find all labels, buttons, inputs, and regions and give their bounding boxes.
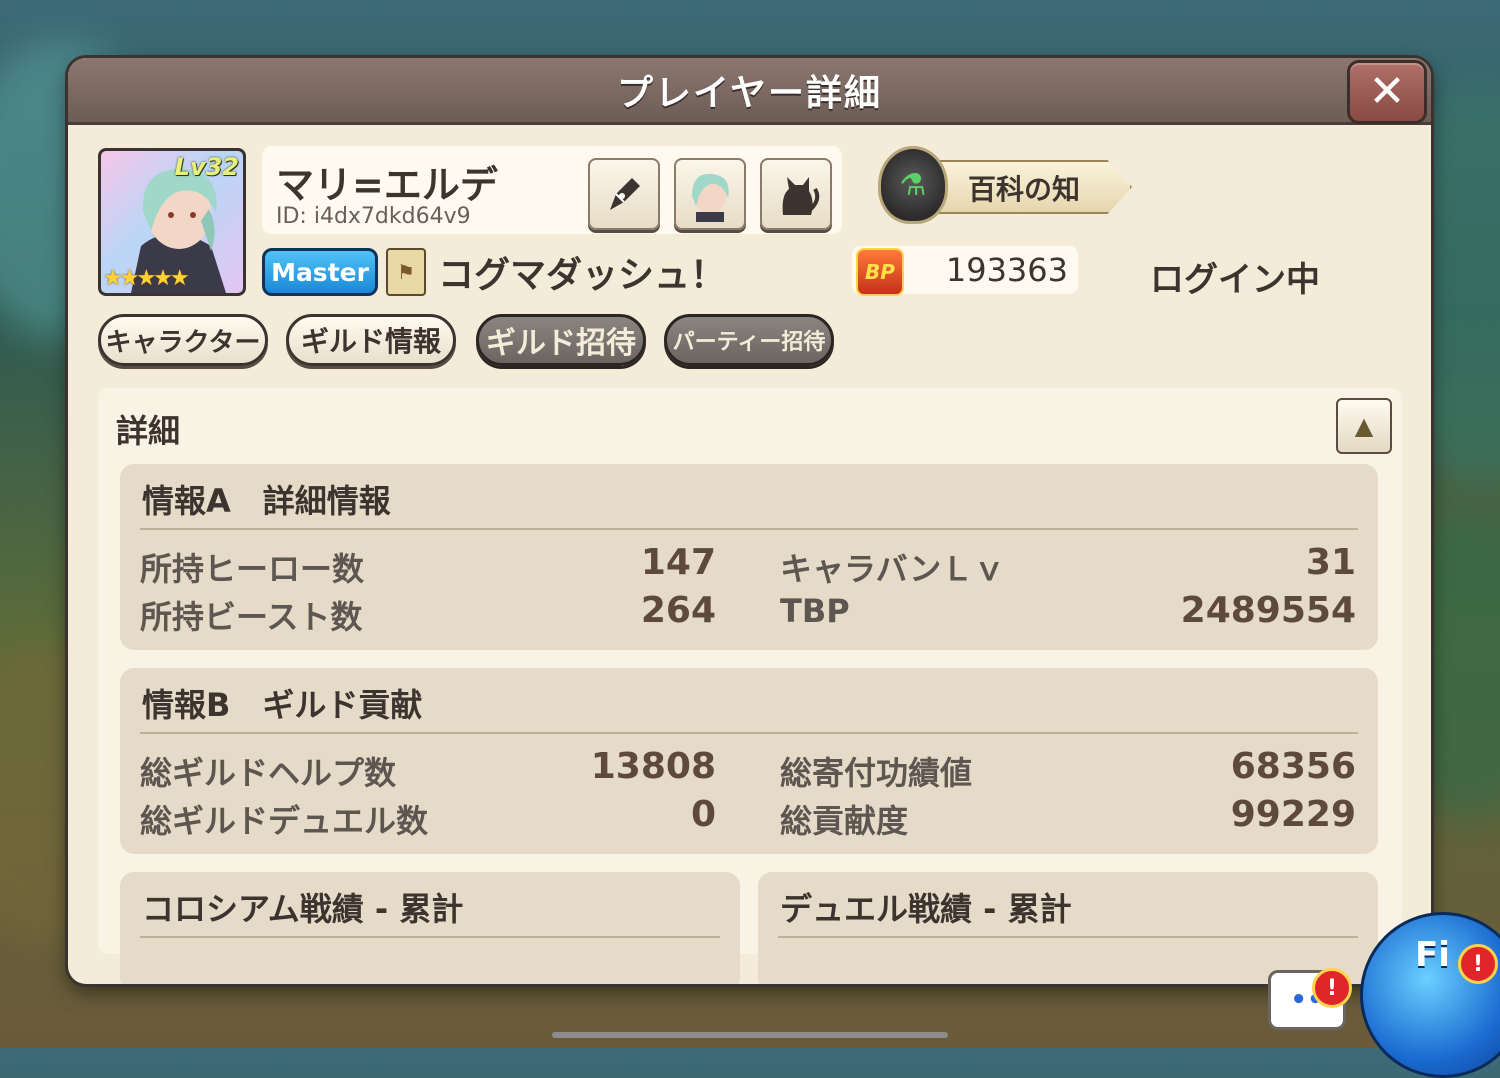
player-detail-dialog: プレイヤー詳細 ✕ Lv32 ★★★★★ マリ=エルデ ID: i4dx7dkd… <box>68 58 1431 984</box>
guild-info-button[interactable]: ギルド情報 <box>286 314 456 366</box>
stat-value: 31 <box>1305 542 1356 583</box>
section-duel-record: デュエル戦績 - 累計 <box>758 872 1378 984</box>
stat-value: 264 <box>640 590 716 631</box>
beast-button[interactable] <box>760 158 832 230</box>
section-divider <box>140 732 1358 734</box>
detail-heading: 詳細 <box>116 412 181 450</box>
stat-label: キャラバンＬｖ <box>780 550 1006 588</box>
section-divider <box>140 936 720 938</box>
cat-icon <box>782 177 820 215</box>
section-a-title: 情報A 詳細情報 <box>142 482 391 520</box>
pen-icon <box>610 178 640 210</box>
stat-label: 所持ヒーロー数 <box>140 550 365 588</box>
alert-icon: ! <box>1326 975 1338 1001</box>
section-colosseum-record: コロシアム戦績 - 累計 <box>120 872 740 984</box>
avatar-icon <box>692 173 729 222</box>
player-avatar[interactable]: Lv32 ★★★★★ <box>98 148 246 296</box>
battle-power-box: BP 193363 <box>852 246 1078 296</box>
detail-panel: 詳細 ▲ 情報A 詳細情報 所持ヒーロー数 147 所持ビースト数 264 キャ… <box>98 388 1402 984</box>
mascot-alert-badge: ! <box>1458 944 1498 984</box>
player-level: Lv32 <box>174 153 239 181</box>
rank-badge: Master <box>262 248 378 296</box>
party-invite-button[interactable]: パーティー招待 <box>664 314 834 366</box>
stat-label: 所持ビースト数 <box>140 598 363 636</box>
section-b-guild-contribution: 情報B ギルド貢献 総ギルドヘルプ数 13808 総ギルドデュエル数 0 総寄付… <box>120 668 1378 854</box>
section-a-detail-info: 情報A 詳細情報 所持ヒーロー数 147 所持ビースト数 264 キャラバンＬｖ… <box>120 464 1378 650</box>
chevron-up-icon: ▲ <box>1354 412 1374 440</box>
stat-label: 総ギルドデュエル数 <box>140 802 429 840</box>
close-icon: ✕ <box>1368 66 1406 117</box>
player-title-banner[interactable]: ⚗ 百科の知 <box>868 146 1148 224</box>
guild-emblem-icon: ⚑ <box>386 248 426 296</box>
stat-value: 147 <box>640 542 716 583</box>
stat-label: 総寄付功績値 <box>780 754 973 792</box>
party-invite-button-label: パーティー招待 <box>672 330 826 355</box>
player-title-label: 百科の知 <box>968 173 1081 206</box>
guild-name: コグマダッシュ！ <box>438 255 727 296</box>
potion-emblem-icon: ⚗ <box>878 146 948 224</box>
edit-button[interactable] <box>588 158 660 230</box>
stat-value: 68356 <box>1230 746 1356 787</box>
home-indicator[interactable] <box>552 1032 948 1038</box>
close-button[interactable]: ✕ <box>1347 60 1427 124</box>
stat-label: 総ギルドヘルプ数 <box>140 754 397 792</box>
section-d-title: デュエル戦績 - 累計 <box>780 890 1072 928</box>
collapse-button[interactable]: ▲ <box>1336 398 1392 454</box>
guild-invite-button-label: ギルド招待 <box>486 326 636 361</box>
rarity-stars: ★★★★★ <box>103 266 190 291</box>
leader-avatar-button[interactable] <box>674 158 746 230</box>
section-c-title: コロシアム戦績 - 累計 <box>142 890 464 928</box>
bp-value: 193363 <box>945 251 1068 289</box>
guild-info-button-label: ギルド情報 <box>300 325 441 358</box>
stat-label: TBP <box>780 592 850 630</box>
login-status: ログイン中 <box>1150 260 1320 300</box>
section-divider <box>140 528 1358 530</box>
dialog-title: プレイヤー詳細 <box>617 73 882 114</box>
stat-value: 0 <box>690 794 716 835</box>
bp-icon: BP <box>856 248 904 296</box>
stat-value: 2489554 <box>1180 590 1356 631</box>
stat-value: 99229 <box>1230 794 1356 835</box>
stat-value: 13808 <box>590 746 716 787</box>
player-id: ID: i4dx7dkd64v9 <box>276 204 471 229</box>
character-button[interactable]: キャラクター <box>98 314 268 366</box>
section-divider <box>778 936 1358 938</box>
section-b-title: 情報B ギルド貢献 <box>142 686 423 724</box>
chat-alert-badge: ! <box>1312 968 1352 1008</box>
character-button-label: キャラクター <box>105 327 261 358</box>
player-name-card: マリ=エルデ ID: i4dx7dkd64v9 <box>262 146 842 234</box>
mascot-label: Fi <box>1415 935 1450 975</box>
stat-label: 総貢献度 <box>780 802 909 840</box>
alert-icon: ! <box>1472 951 1484 977</box>
rank-badge-label: Master <box>271 257 369 287</box>
player-name: マリ=エルデ <box>276 163 498 207</box>
guild-invite-button[interactable]: ギルド招待 <box>476 314 646 366</box>
dialog-titlebar: プレイヤー詳細 ✕ <box>68 58 1431 125</box>
